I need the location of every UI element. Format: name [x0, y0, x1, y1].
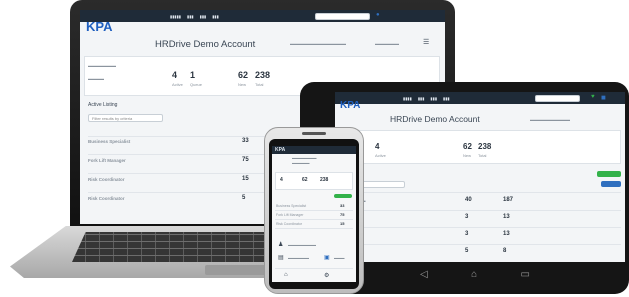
laptop-stat-label: New [238, 82, 247, 87]
phone-action-text[interactable]: ▬▬▬ [334, 256, 345, 260]
laptop-menu-item[interactable]: ▮▮▮ [200, 14, 207, 19]
tablet-row-value: 187 [503, 197, 514, 203]
tablet-row-value: 3 [465, 214, 469, 220]
phone-row-label[interactable]: Business Specialist [276, 204, 306, 208]
laptop-account-title: HRDrive Demo Account [155, 39, 256, 50]
tablet-add-button[interactable] [597, 171, 621, 177]
divider [275, 268, 353, 269]
tablet-topbar [335, 92, 625, 104]
laptop-header-note: ▬▬▬▬▬▬▬▬▬▬▬▬▬▬ [290, 41, 346, 46]
laptop-logo: KPA [86, 19, 113, 34]
phone-row-value: 15 [340, 221, 345, 226]
laptop-listing-value: 5 [242, 195, 246, 201]
phone-row-label[interactable]: Fork Lift Manager [276, 213, 303, 217]
recent-apps-icon[interactable]: ▭ [521, 270, 530, 280]
laptop-stat-label: Total [255, 82, 264, 87]
laptop-summary-label: ▬▬▬▬▬▬▬ [88, 63, 116, 68]
divider [275, 210, 353, 211]
tablet-stat-value: 4 [375, 142, 380, 151]
tablet-header-note: ▬▬▬▬▬▬▬▬▬▬ [530, 117, 570, 122]
tablet-stat-value: 62 [463, 142, 472, 151]
laptop-listing-title[interactable]: Risk Coordinator [88, 177, 125, 182]
laptop-listing-value: 15 [242, 176, 249, 182]
phone-stat-value: 62 [302, 177, 308, 183]
tablet-search-input[interactable] [535, 95, 580, 102]
phone-stat-value: 238 [320, 177, 329, 183]
laptop-listing-title[interactable]: Fork Lift Manager [88, 158, 126, 163]
laptop-menu-item[interactable]: ▮▮▮▮▮ [170, 14, 181, 19]
laptop-menu-item[interactable]: ▮▮▮ [212, 14, 219, 19]
divider [341, 244, 621, 245]
laptop-stat-value: 238 [255, 70, 271, 80]
tablet-screen: KPA ▮▮▮▮ ▮▮▮ ▮▮▮ ▮▮▮ ♥ ■ HRDrive Demo Ac… [335, 92, 625, 262]
tablet-stat-label: New [463, 153, 472, 158]
tablet-row-value: 40 [465, 197, 472, 203]
divider [341, 192, 621, 193]
tablet-user-icon[interactable]: ■ [601, 93, 606, 102]
tablet-row-value: 3 [465, 231, 469, 237]
phone-add-button[interactable] [334, 194, 352, 198]
tablet-status-icon: ♥ [591, 94, 595, 100]
tablet-logo: KPA [340, 100, 361, 111]
laptop-listing-value: 33 [242, 138, 249, 144]
phone-screen: KPA ▬▬▬▬▬▬▬ ▬▬▬▬▬ 4 62 238 Business Spec… [272, 146, 356, 282]
laptop-filter-input[interactable]: Filter results by criteria [88, 114, 163, 122]
tablet-nav-bar: ◁ ⌂ ▭ [420, 268, 530, 282]
laptop-stat-label: Active [172, 82, 183, 87]
tablet-menu-item[interactable]: ▮▮▮ [430, 96, 437, 101]
laptop-section-label: Active Listing [88, 102, 118, 108]
tablet-row-value: 13 [503, 214, 510, 220]
briefcase-icon: ▣ [324, 255, 330, 261]
laptop-header-link[interactable]: ▬▬▬▬▬▬ [375, 41, 399, 46]
tablet-row-value: 13 [503, 231, 510, 237]
laptop-summary-link[interactable]: ▬▬▬▬ [88, 76, 104, 81]
laptop-listing-value: 75 [242, 157, 249, 163]
laptop-stat-value: 1 [190, 70, 196, 80]
phone-row-value: 75 [340, 212, 345, 217]
phone-header-text: ▬▬▬▬▬▬▬ [292, 156, 317, 160]
phone-logo: KPA [275, 147, 286, 153]
tablet-menu-item[interactable]: ▮▮▮ [443, 96, 450, 101]
tablet-row-value: 5 [465, 248, 469, 254]
home-icon[interactable]: ⌂ [284, 272, 288, 278]
tablet-row-value: 8 [503, 248, 507, 254]
tablet-menu-item[interactable]: ▮▮▮ [418, 96, 425, 101]
laptop-listing-title[interactable]: Business Specialist [88, 139, 130, 144]
phone-header-text: ▬▬▬▬▬ [292, 161, 310, 165]
tablet-export-button[interactable] [601, 181, 621, 187]
laptop-menu: ▮▮▮▮▮ ▮▮▮ ▮▮▮ ▮▮▮ [170, 14, 219, 19]
phone-row-value: 33 [340, 203, 345, 208]
phone-action-text[interactable]: ▬▬▬▬▬▬ [288, 256, 309, 260]
divider [341, 210, 621, 211]
laptop-listing-title[interactable]: Risk Coordinator [88, 196, 125, 201]
laptop-stat-label: Queue [190, 82, 203, 87]
phone-speaker [302, 132, 326, 135]
device-mockup-scene: KPA ▮▮▮▮▮ ▮▮▮ ▮▮▮ ▮▮▮ ● HRDrive Demo Acc… [0, 0, 629, 297]
tablet-stat-value: 238 [478, 142, 492, 151]
divider [275, 228, 353, 229]
phone-summary-panel [275, 172, 353, 190]
divider [341, 227, 621, 228]
laptop-topbar [80, 10, 445, 22]
tablet-stat-label: Active [375, 153, 386, 158]
tablet-account-title: HRDrive Demo Account [390, 114, 480, 124]
divider [275, 219, 353, 220]
phone-action-text[interactable]: ▬▬▬▬▬▬▬▬ [288, 243, 316, 247]
laptop-search-input[interactable] [315, 13, 370, 20]
home-icon[interactable]: ⌂ [471, 270, 477, 280]
person-icon: ♟ [278, 242, 284, 248]
laptop-stat-value: 62 [238, 70, 249, 80]
tablet-menu-item[interactable]: ▮▮▮▮ [403, 96, 412, 101]
tablet-stat-label: Total [478, 153, 487, 158]
laptop-menu-item[interactable]: ▮▮▮ [187, 14, 194, 19]
laptop-stat-value: 4 [172, 70, 178, 80]
back-icon[interactable]: ◁ [420, 270, 428, 280]
clipboard-icon: ▤ [278, 255, 284, 261]
laptop-user-icon[interactable]: ● [376, 12, 380, 18]
laptop-menu-icon[interactable]: ☰ [423, 38, 429, 46]
tablet-menu: ▮▮▮▮ ▮▮▮ ▮▮▮ ▮▮▮ [403, 96, 450, 101]
phone-stat-value: 4 [280, 177, 283, 183]
settings-icon[interactable]: ⚙ [324, 272, 329, 279]
phone-row-label[interactable]: Risk Coordinator [276, 222, 302, 226]
